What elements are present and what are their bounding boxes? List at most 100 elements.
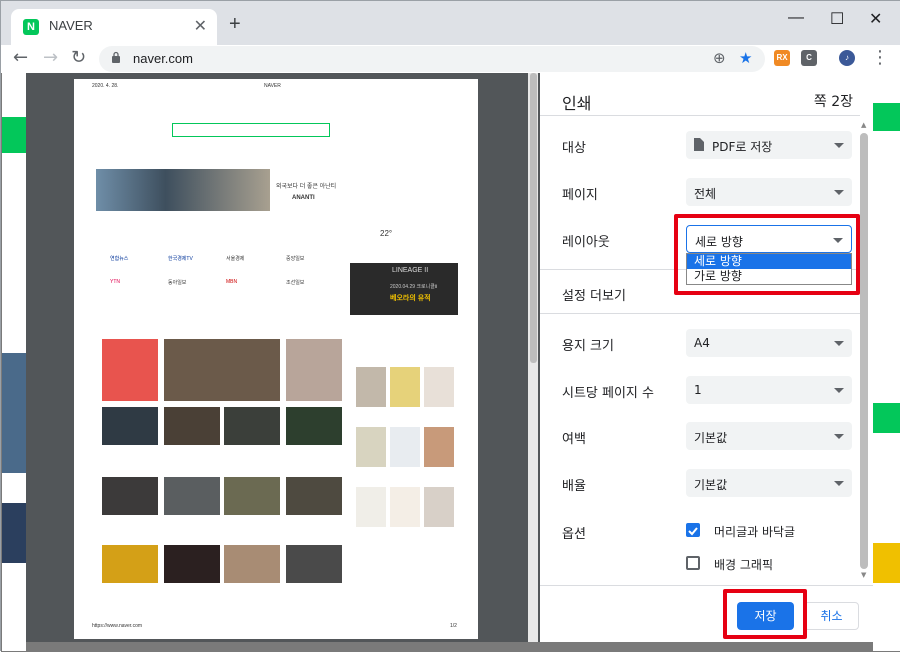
panel-scroll-thumb[interactable] [860,133,868,569]
chevron-down-icon [834,481,844,486]
menu-icon[interactable]: ⋮ [871,47,889,68]
highlight-layout-box [674,214,860,295]
preview-scroll-thumb[interactable] [530,73,537,363]
title-bar: N NAVER ✕ + — ☐ ✕ [1,1,900,45]
options-label: 옵션 [562,527,586,542]
margins-select[interactable]: 기본값 [686,422,852,450]
print-settings-panel: 인쇄 쪽 2장 대상 PDF로 저장 페이지 전체 레이아웃 세로 방향 설정 … [540,73,873,642]
preview-date: 2020. 4. 28. [92,83,119,89]
preview-weather: 22° [380,229,393,238]
scale-label: 배율 [562,479,586,494]
background-graphics-checkbox[interactable] [686,556,700,570]
headers-footers-label: 머리글과 바닥글 [714,525,796,539]
chevron-down-icon [834,190,844,195]
preview-thumb [390,487,420,527]
pages-label: 페이지 [562,188,598,203]
preview-thumb [356,367,386,407]
preview-thumb [102,407,158,445]
preview-ad2-image: LINEAGE II 2020.04.29 크로니클Ⅱ 베오라의 유적 [350,263,458,315]
divider [540,585,873,586]
preview-search-box [172,123,330,137]
preview-press-grid: 연합뉴스 한국경제TV 서울경제 중앙일보 YTN 동아일보 MBN 조선일보 [110,256,305,286]
chevron-down-icon [834,143,844,148]
lock-icon [112,51,120,63]
toolbar: ← → ↻ naver.com ⊕ ★ RX C ♪ ⋮ [1,45,900,73]
preview-thumb [286,339,342,401]
reload-icon[interactable]: ↻ [71,47,86,68]
highlight-save-box [723,589,807,639]
layout-label: 레이아웃 [562,235,610,250]
maximize-icon[interactable]: ☐ [830,9,844,29]
panel-scrollbar[interactable]: ▲ ▼ [858,121,870,579]
more-settings-toggle[interactable]: 설정 더보기 [562,285,626,304]
margins-label: 여백 [562,432,586,447]
destination-label: 대상 [562,141,586,156]
back-icon[interactable]: ← [13,47,28,68]
preview-thumb [424,367,454,407]
chevron-down-icon [834,434,844,439]
preview-thumb [224,545,280,583]
preview-site: NAVER [264,83,281,89]
paper-size-select[interactable]: A4 [686,329,852,357]
tab-title: NAVER [49,18,93,33]
preview-thumb [286,407,342,445]
preview-thumb [424,427,454,467]
address-bar[interactable]: naver.com ⊕ ★ [99,46,765,72]
divider [540,313,860,314]
profile-avatar[interactable]: ♪ [839,50,855,66]
url-text: naver.com [133,51,193,66]
preview-thumb [286,545,342,583]
chevron-down-icon [834,388,844,393]
preview-page: 2020. 4. 28. NAVER 외국보다 더 좋은 아난티 ANANTI … [74,79,478,639]
preview-thumb [164,407,220,445]
pages-per-sheet-select[interactable]: 1 [686,376,852,404]
preview-thumb [224,477,280,515]
minimize-icon[interactable]: — [788,9,804,27]
preview-footer-url: https://www.naver.com [92,623,143,629]
page-count: 쪽 2장 [813,94,853,110]
destination-select[interactable]: PDF로 저장 [686,131,852,159]
preview-thumb [224,407,280,445]
preview-thumb [286,477,342,515]
paper-size-label: 용지 크기 [562,339,614,354]
cancel-button[interactable]: 취소 [804,602,859,630]
scale-select[interactable]: 기본값 [686,469,852,497]
preview-ad-title: 외국보다 더 좋은 아난티 [276,184,337,190]
close-tab-icon[interactable]: ✕ [194,16,207,35]
panel-title: 인쇄 [562,94,592,113]
preview-thumb [102,339,158,401]
chevron-down-icon [834,341,844,346]
zoom-icon[interactable]: ⊕ [713,49,726,67]
naver-page-right [873,73,900,651]
browser-window: N NAVER ✕ + — ☐ ✕ ← → ↻ naver.com ⊕ ★ RX… [0,0,900,652]
bookmark-star-icon[interactable]: ★ [739,49,752,67]
headers-footers-checkbox[interactable] [686,523,700,537]
preview-thumb [164,545,220,583]
preview-ad-brand: ANANTI [292,195,315,201]
preview-thumb [390,367,420,407]
preview-ad-image [96,169,270,211]
pages-per-sheet-label: 시트당 페이지 수 [562,386,654,401]
document-icon [694,138,704,151]
preview-thumb [390,427,420,467]
preview-thumb [164,477,220,515]
browser-tab[interactable]: N NAVER ✕ [11,9,217,45]
background-graphics-label: 배경 그래픽 [714,558,774,572]
extension-rx-icon[interactable]: RX [774,50,790,66]
preview-thumb [102,545,158,583]
preview-thumb [102,477,158,515]
pages-select[interactable]: 전체 [686,178,852,206]
divider [540,115,860,116]
preview-thumb [356,427,386,467]
close-window-icon[interactable]: ✕ [869,9,882,29]
preview-footer-page: 1/2 [450,623,457,629]
new-tab-icon[interactable]: + [229,13,241,36]
naver-favicon-icon: N [23,19,39,35]
forward-icon[interactable]: → [43,47,58,68]
naver-page-left [2,73,26,651]
checkmark-icon [688,527,698,536]
preview-thumb [424,487,454,527]
extension-c-icon[interactable]: C [801,50,817,66]
preview-thumb [356,487,386,527]
preview-thumb [164,339,280,401]
